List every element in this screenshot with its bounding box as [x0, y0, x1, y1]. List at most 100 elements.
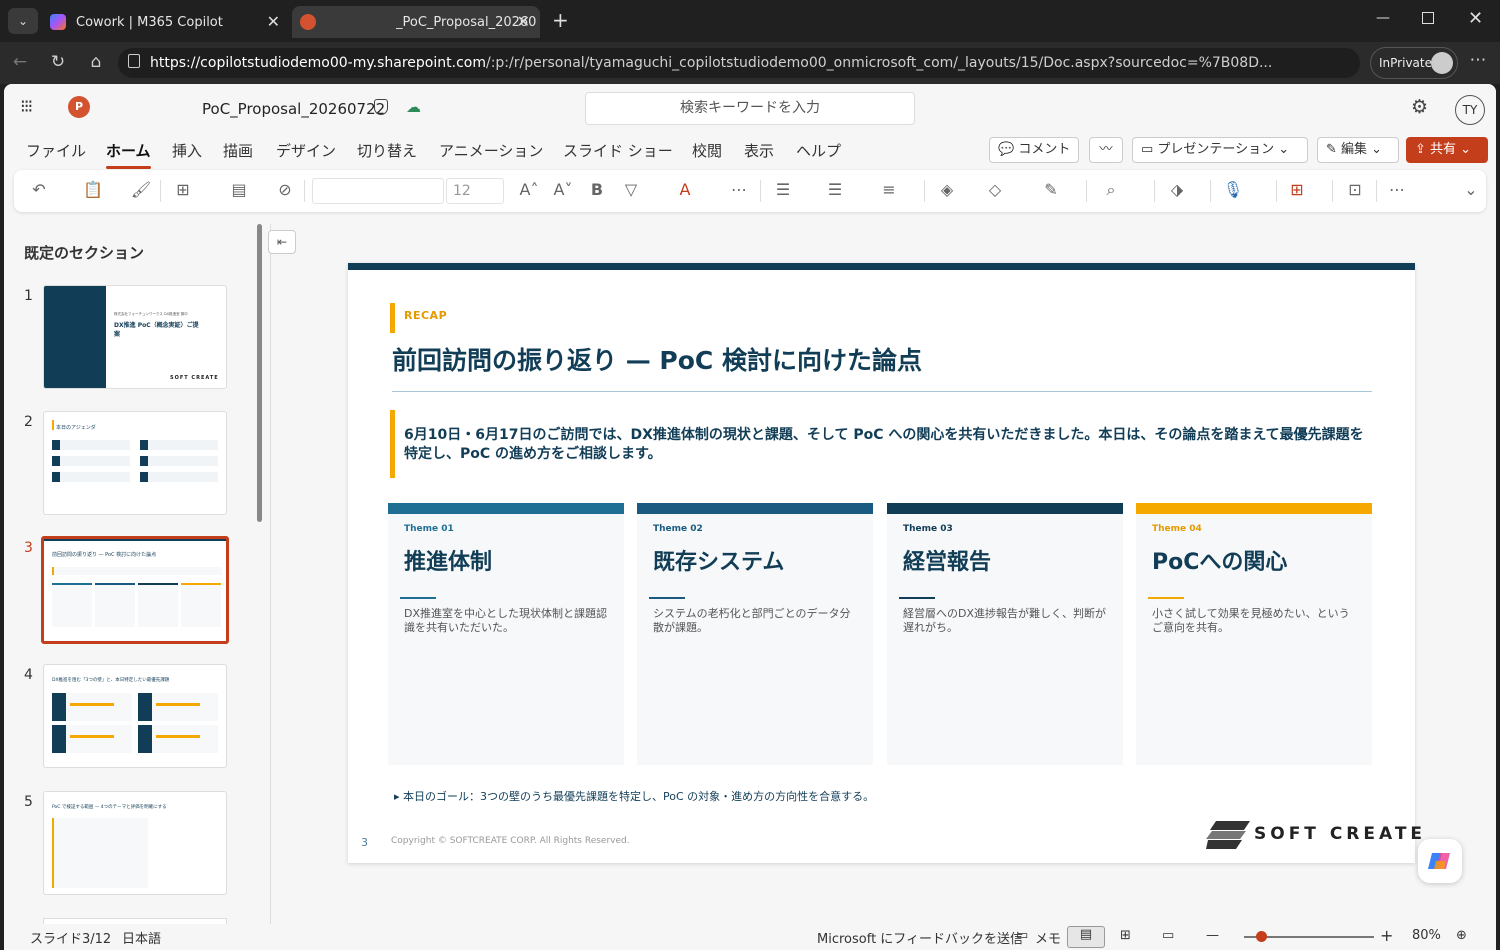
thumbnail-scrollbar[interactable]	[257, 224, 262, 522]
zoom-in-icon[interactable]: +	[1380, 926, 1393, 945]
browser-window: ⌄ Cowork | M365 Copilot ✕ _PoC_Proposal_…	[0, 0, 1500, 950]
present-button[interactable]: ▭ プレゼンテーション ⌄	[1132, 137, 1308, 163]
copilot-button[interactable]	[1418, 839, 1462, 883]
inprivate-badge[interactable]: InPrivate	[1370, 47, 1458, 79]
search-input[interactable]: 検索キーワードを入力	[585, 92, 915, 125]
tab-powerpoint[interactable]: _PoC_Proposal_20260 ✕	[292, 6, 540, 38]
hide-slide-icon[interactable]: ⊘	[274, 180, 296, 199]
slide-thumbnail-5[interactable]: PoC で検証する範囲 — 4つのテーマと評価を明確にする	[43, 791, 227, 895]
font-color-icon[interactable]: A	[674, 180, 696, 199]
menu-transitions[interactable]: 切り替え	[357, 140, 417, 161]
thumb-card	[52, 583, 92, 627]
menu-file[interactable]: ファイル	[26, 140, 86, 161]
new-slide-icon[interactable]: ⊞	[172, 180, 194, 199]
feedback-link[interactable]: Microsoft にフィードバックを送信	[817, 928, 1023, 947]
designer-icon[interactable]: ⊞	[1286, 180, 1308, 199]
url-field[interactable]: https://copilotstudiodemo00-my.sharepoin…	[118, 48, 1360, 78]
slide-title[interactable]: 前回訪問の振り返り — PoC 検討に向けた論点	[392, 341, 922, 377]
shrink-font-icon[interactable]: A˅	[552, 180, 574, 199]
slide-thumbnail-1[interactable]: 株式会社フォーチュンワークス DX推進室 御中 DX推進 PoC（概念実証）ご提…	[43, 285, 227, 389]
normal-view-icon[interactable]: ▤	[1067, 926, 1105, 948]
notes-button[interactable]: メモ	[1035, 928, 1061, 947]
close-tab-icon[interactable]: ✕	[267, 12, 280, 31]
slide-thumbnail-2[interactable]: 本日のアジェンダ	[43, 411, 227, 515]
slide-thumbnail-4[interactable]: DX推進を阻む「3つの壁」と、本日特定したい最優先課題	[43, 664, 227, 768]
highlight-icon[interactable]: ▽	[620, 180, 642, 199]
shape-outline-icon[interactable]: ✎	[1040, 180, 1062, 199]
add-ins-icon[interactable]: ⊡	[1344, 180, 1366, 199]
sensitivity-icon[interactable]	[374, 99, 388, 115]
format-painter-icon[interactable]: 🖌	[130, 180, 152, 199]
menu-slideshow[interactable]: スライド ショー	[563, 140, 673, 161]
user-avatar[interactable]: TY	[1455, 95, 1485, 125]
theme-card-1[interactable]: Theme 01 推進体制 DX推進室を中心とした現状体制と課題認識を共有いただ…	[388, 503, 624, 765]
theme-card-2[interactable]: Theme 02 既存システム システムの老朽化と部門ごとのデータ分散が課題。	[637, 503, 873, 765]
collapse-panel-icon[interactable]: ⇤	[268, 230, 296, 254]
menu-view[interactable]: 表示	[744, 140, 774, 161]
new-tab-icon[interactable]: +	[552, 8, 569, 32]
shapes-icon[interactable]: ◈	[936, 180, 958, 199]
more-icon[interactable]: ⋯	[1466, 50, 1490, 70]
minimize-icon[interactable]: —	[1376, 10, 1390, 26]
grow-font-icon[interactable]: A˄	[518, 180, 540, 199]
theme-card-4[interactable]: Theme 04 PoCへの関心 小さく試して効果を見極めたい、というご意向を共…	[1136, 503, 1372, 765]
restore-icon[interactable]	[1422, 12, 1434, 24]
menu-insert[interactable]: 挿入	[172, 140, 202, 161]
layout-icon[interactable]: ▤	[228, 180, 250, 199]
slide-sorter-icon[interactable]: ⊞	[1120, 928, 1131, 943]
bold-icon[interactable]: B	[586, 180, 608, 199]
paste-icon[interactable]: 📋	[82, 180, 104, 199]
menu-animations[interactable]: アニメーション	[439, 140, 543, 161]
fit-slide-icon[interactable]: ⊕	[1456, 928, 1467, 943]
tab-list-chevron-icon[interactable]: ⌄	[8, 8, 38, 34]
close-window-icon[interactable]: ✕	[1468, 8, 1483, 29]
slide-canvas[interactable]: RECAP 前回訪問の振り返り — PoC 検討に向けた論点 6月10日・6月1…	[348, 263, 1422, 863]
back-icon[interactable]: ←	[8, 52, 32, 72]
goal-text[interactable]: ▸ 本日のゴール：3つの壁のうち最優先課題を特定し、PoC の対象・進め方の方向…	[394, 788, 874, 804]
font-family-select[interactable]	[312, 178, 444, 204]
edit-mode-button[interactable]: ✎ 編集 ⌄	[1317, 137, 1399, 163]
dictate-icon[interactable]: 🎙	[1222, 180, 1244, 199]
slide-thumbnail-3[interactable]: 前回訪問の振り返り — PoC 検討に向けた論点	[41, 536, 229, 644]
saved-status-icon[interactable]: ☁	[406, 98, 421, 116]
undo-icon[interactable]: ↶	[28, 180, 50, 199]
share-button[interactable]: ⇪ 共有 ⌄	[1406, 137, 1488, 163]
app-header: ⁝⁝⁝ P PoC_Proposal_20260722 ☁ 検索キーワードを入力…	[4, 84, 1496, 134]
menu-home[interactable]: ホーム	[106, 140, 151, 169]
menu-review[interactable]: 校閲	[692, 140, 722, 161]
more-options-icon[interactable]: ⋯	[1386, 180, 1408, 199]
zoom-out-icon[interactable]: —	[1206, 928, 1219, 943]
comment-button[interactable]: 💬 コメント	[989, 137, 1079, 163]
divider	[160, 180, 161, 202]
shape-fill-icon[interactable]: ◇	[984, 180, 1006, 199]
document-title[interactable]: PoC_Proposal_20260722	[202, 100, 385, 118]
font-size-select[interactable]: 12	[446, 178, 504, 204]
app-launcher-icon[interactable]: ⁝⁝⁝	[20, 96, 33, 117]
expand-ribbon-icon[interactable]: ⌄	[1460, 180, 1482, 199]
bullets-icon[interactable]: ☰	[772, 180, 794, 199]
theme-card-3[interactable]: Theme 03 経営報告 経営層へのDX進捗報告が難しく、判断が遅れがち。	[887, 503, 1123, 765]
menu-design[interactable]: デザイン	[276, 140, 336, 161]
menu-help[interactable]: ヘルプ	[796, 140, 841, 161]
intro-text[interactable]: 6月10日・6月17日のご訪問では、DX推進体制の現状と課題、そして PoC へ…	[404, 426, 1364, 464]
zoom-level[interactable]: 80%	[1412, 928, 1441, 943]
home-icon[interactable]: ⌂	[84, 52, 108, 72]
more-font-icon[interactable]: ⋯	[728, 180, 750, 199]
catch-up-button[interactable]: 〰	[1089, 137, 1123, 163]
notes-icon[interactable]: ▭	[1016, 928, 1028, 943]
card-underline	[400, 597, 436, 599]
tab-copilot[interactable]: Cowork | M365 Copilot ✕	[44, 6, 290, 38]
zoom-slider-thumb[interactable]	[1256, 931, 1267, 942]
refresh-icon[interactable]: ↻	[46, 52, 70, 72]
thumb-logo: SOFT CREATE	[170, 375, 219, 381]
menu-draw[interactable]: 描画	[223, 140, 253, 161]
align-icon[interactable]: ≡	[878, 180, 900, 199]
presenter-view-icon[interactable]: ▭	[1162, 928, 1174, 943]
sensitivity-label-icon[interactable]: ⬗	[1166, 180, 1188, 199]
numbering-icon[interactable]: ☰	[824, 180, 846, 199]
close-tab-icon[interactable]: ✕	[517, 12, 530, 31]
language-indicator[interactable]: 日本語	[122, 928, 161, 947]
thumb-card	[95, 583, 135, 627]
find-icon[interactable]: ⌕	[1100, 180, 1122, 200]
settings-gear-icon[interactable]: ⚙	[1411, 96, 1428, 118]
